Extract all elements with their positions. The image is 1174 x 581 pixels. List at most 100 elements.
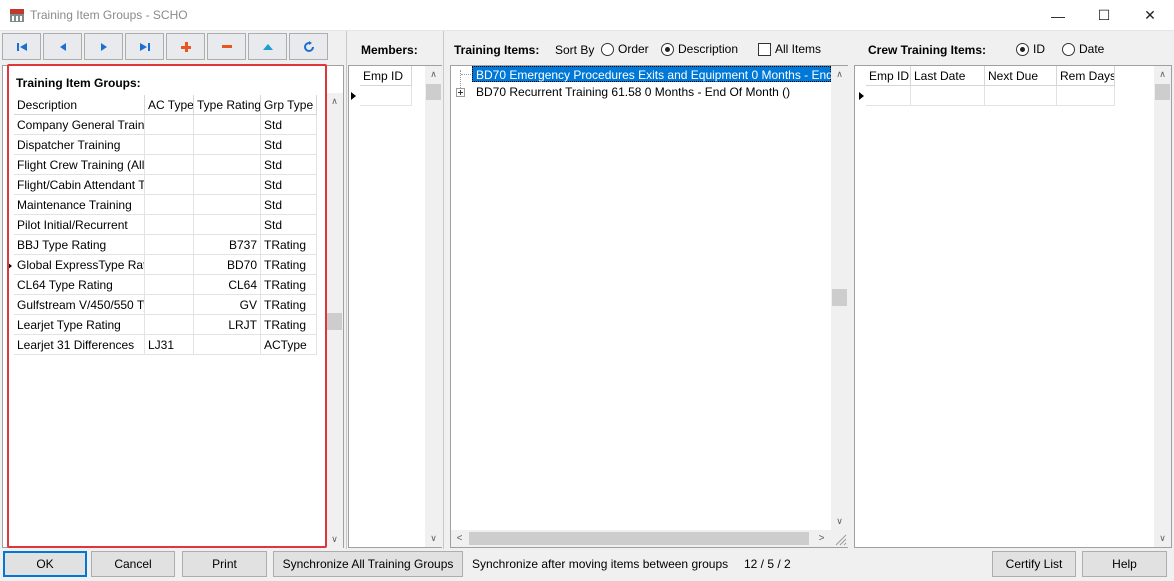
table-row-cell[interactable]: TRating bbox=[261, 255, 317, 275]
last-record-button[interactable] bbox=[125, 33, 164, 60]
crew-new-row-cell[interactable] bbox=[911, 86, 985, 106]
scroll-down-icon[interactable]: ∨ bbox=[1154, 530, 1171, 547]
edit-record-button[interactable] bbox=[248, 33, 287, 60]
table-row-cell[interactable]: Flight Crew Training (All bbox=[14, 155, 145, 175]
cancel-button[interactable]: Cancel bbox=[91, 551, 175, 577]
table-row-cell[interactable]: Flight/Cabin Attendant T bbox=[14, 175, 145, 195]
crew-new-row-cell[interactable] bbox=[866, 86, 911, 106]
table-row-cell[interactable]: CL64 bbox=[194, 275, 261, 295]
first-record-button[interactable] bbox=[2, 33, 41, 60]
scroll-up-icon[interactable]: ∧ bbox=[831, 66, 848, 83]
table-row-cell[interactable] bbox=[194, 155, 261, 175]
sort-description-radio[interactable]: Description bbox=[661, 42, 738, 56]
table-row-cell[interactable]: Gulfstream V/450/550 Ty bbox=[14, 295, 145, 315]
crew-col-emp-id[interactable]: Emp ID bbox=[866, 66, 911, 86]
table-row-cell[interactable]: GV bbox=[194, 295, 261, 315]
table-row-cell[interactable]: Dispatcher Training bbox=[14, 135, 145, 155]
crew-col-last-date[interactable]: Last Date bbox=[911, 66, 985, 86]
table-row-cell[interactable] bbox=[145, 235, 194, 255]
help-button[interactable]: Help bbox=[1082, 551, 1167, 577]
table-row-cell[interactable] bbox=[194, 195, 261, 215]
groups-scrollbar[interactable]: ∧ ∨ bbox=[326, 93, 343, 548]
table-row-cell[interactable]: Maintenance Training bbox=[14, 195, 145, 215]
table-row-cell[interactable] bbox=[145, 295, 194, 315]
table-row-cell[interactable]: BD70 bbox=[194, 255, 261, 275]
certify-list-button[interactable]: Certify List bbox=[992, 551, 1076, 577]
scroll-up-icon[interactable]: ∧ bbox=[425, 66, 442, 83]
table-row-cell[interactable]: Learjet Type Rating bbox=[14, 315, 145, 335]
scroll-down-icon[interactable]: ∨ bbox=[326, 531, 343, 548]
groups-col-description[interactable]: Description bbox=[14, 95, 145, 115]
next-record-button[interactable] bbox=[84, 33, 123, 60]
table-row-cell[interactable] bbox=[145, 215, 194, 235]
table-row-cell[interactable] bbox=[145, 155, 194, 175]
table-row-cell[interactable] bbox=[145, 175, 194, 195]
scroll-left-icon[interactable]: < bbox=[451, 530, 468, 547]
sort-by-date-radio[interactable]: Date bbox=[1062, 42, 1104, 56]
scroll-up-icon[interactable]: ∧ bbox=[326, 93, 343, 110]
scroll-down-icon[interactable]: ∨ bbox=[831, 513, 848, 530]
table-row-cell[interactable] bbox=[145, 315, 194, 335]
table-row-cell[interactable]: TRating bbox=[261, 295, 317, 315]
table-row-cell[interactable]: Std bbox=[261, 135, 317, 155]
table-row-cell[interactable]: ACType bbox=[261, 335, 317, 355]
table-row-cell[interactable]: B737 bbox=[194, 235, 261, 255]
table-row-cell[interactable]: Std bbox=[261, 155, 317, 175]
crew-col-rem-days[interactable]: Rem Days bbox=[1057, 66, 1115, 86]
groups-col-type-rating[interactable]: Type Rating bbox=[194, 95, 261, 115]
groups-scroll-thumb[interactable] bbox=[327, 313, 342, 330]
print-button[interactable]: Print bbox=[182, 551, 267, 577]
delete-record-button[interactable] bbox=[207, 33, 246, 60]
table-row-cell[interactable] bbox=[145, 135, 194, 155]
groups-col-grp-type[interactable]: Grp Type bbox=[261, 95, 317, 115]
table-row-cell[interactable]: Company General Traini bbox=[14, 115, 145, 135]
table-row-cell[interactable]: Std bbox=[261, 215, 317, 235]
add-record-button[interactable] bbox=[166, 33, 205, 60]
crew-new-row-cell[interactable] bbox=[1057, 86, 1115, 106]
training-item[interactable]: BD70 Recurrent Training 61.58 0 Months -… bbox=[476, 84, 790, 100]
table-row-cell[interactable] bbox=[145, 195, 194, 215]
table-row-cell[interactable] bbox=[145, 255, 194, 275]
sort-by-id-radio[interactable]: ID bbox=[1016, 42, 1045, 56]
maximize-button[interactable]: ☐ bbox=[1081, 0, 1127, 31]
crew-new-row-cell[interactable] bbox=[985, 86, 1057, 106]
close-button[interactable]: ✕ bbox=[1127, 0, 1173, 31]
members-col-emp-id[interactable]: Emp ID bbox=[360, 66, 412, 86]
crew-scroll-thumb[interactable] bbox=[1155, 84, 1170, 100]
scroll-right-icon[interactable]: > bbox=[813, 530, 830, 547]
scroll-down-icon[interactable]: ∨ bbox=[425, 530, 442, 547]
table-row-cell[interactable]: Learjet 31 Differences bbox=[14, 335, 145, 355]
expand-icon[interactable] bbox=[456, 88, 465, 97]
table-row-cell[interactable] bbox=[194, 115, 261, 135]
table-row-cell[interactable]: Std bbox=[261, 195, 317, 215]
synchronize-all-button[interactable]: Synchronize All Training Groups bbox=[273, 551, 463, 577]
scroll-up-icon[interactable]: ∧ bbox=[1154, 66, 1171, 83]
training-items-hscrollbar[interactable]: < > bbox=[451, 530, 831, 547]
table-row-cell[interactable]: Pilot Initial/Recurrent bbox=[14, 215, 145, 235]
table-row-cell[interactable] bbox=[194, 135, 261, 155]
table-row-cell[interactable]: TRating bbox=[261, 235, 317, 255]
refresh-button[interactable] bbox=[289, 33, 328, 60]
table-row-cell[interactable]: Std bbox=[261, 175, 317, 195]
table-row-cell[interactable]: LJ31 bbox=[145, 335, 194, 355]
previous-record-button[interactable] bbox=[43, 33, 82, 60]
training-item-selected[interactable]: BD70 Emergency Procedures Exits and Equi… bbox=[472, 66, 833, 82]
crew-col-next-due[interactable]: Next Due bbox=[985, 66, 1057, 86]
groups-col-ac-type[interactable]: AC Type bbox=[145, 95, 194, 115]
minimize-button[interactable]: — bbox=[1035, 0, 1081, 31]
table-row-cell[interactable] bbox=[194, 215, 261, 235]
table-row-cell[interactable]: Std bbox=[261, 115, 317, 135]
table-row-cell[interactable]: TRating bbox=[261, 275, 317, 295]
members-scroll-thumb[interactable] bbox=[426, 84, 441, 100]
training-items-scroll-thumb[interactable] bbox=[832, 289, 847, 306]
table-row-cell[interactable]: LRJT bbox=[194, 315, 261, 335]
table-row-cell[interactable] bbox=[194, 175, 261, 195]
table-row-cell[interactable]: Global ExpressType Ratir bbox=[14, 255, 145, 275]
table-row-cell[interactable] bbox=[194, 335, 261, 355]
ok-button[interactable]: OK bbox=[3, 551, 87, 577]
members-scrollbar[interactable]: ∧ ∨ bbox=[425, 66, 442, 547]
table-row-cell[interactable]: CL64 Type Rating bbox=[14, 275, 145, 295]
table-row-cell[interactable]: BBJ Type Rating bbox=[14, 235, 145, 255]
all-items-checkbox[interactable]: All Items bbox=[758, 42, 821, 56]
table-row-cell[interactable] bbox=[145, 275, 194, 295]
